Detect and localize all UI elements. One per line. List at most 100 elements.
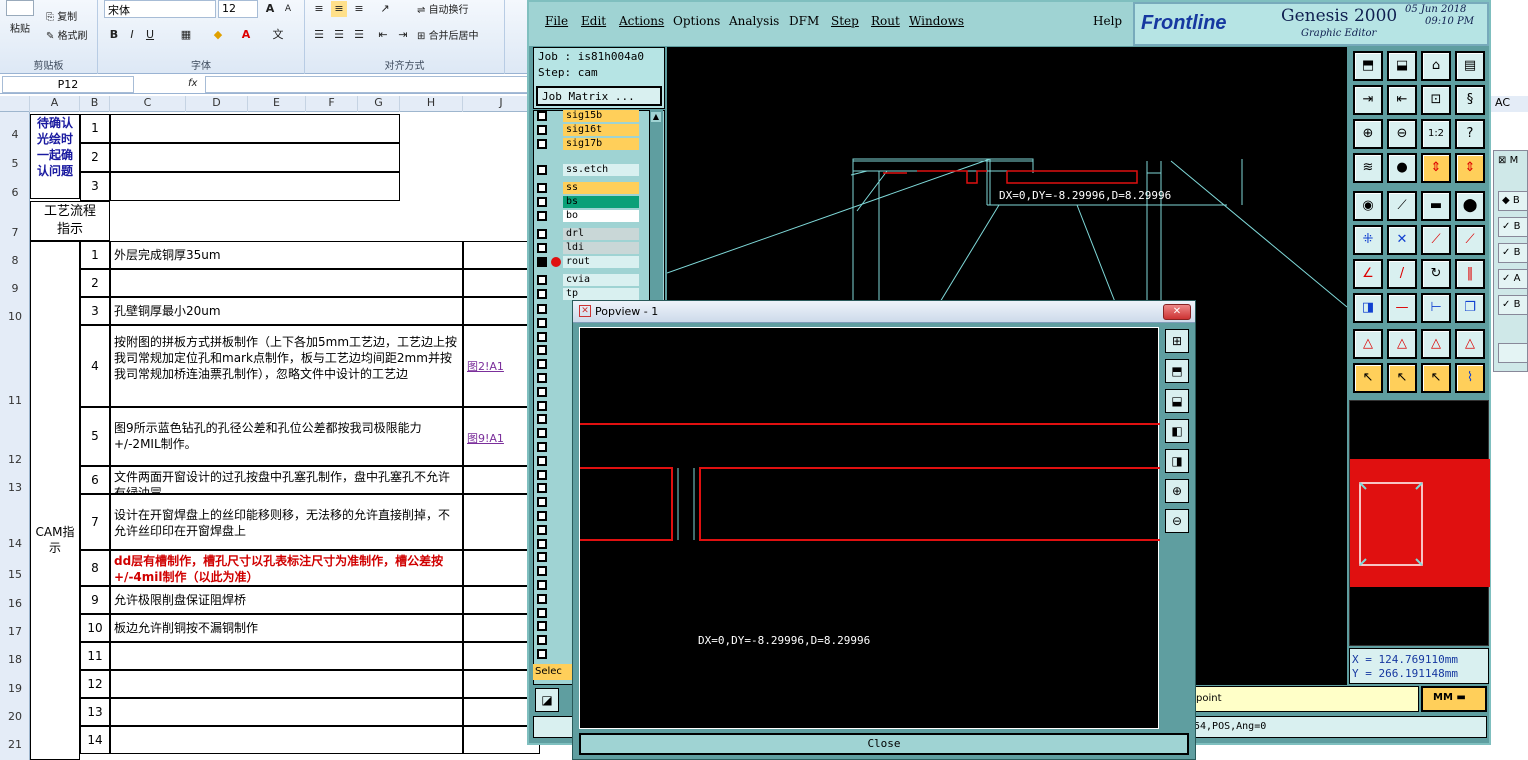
tool-triangle4-icon[interactable]: △	[1455, 329, 1485, 359]
select-all-corner[interactable]	[0, 96, 30, 112]
tool-triangle3-icon[interactable]: △	[1421, 329, 1451, 359]
menu-help[interactable]: Help	[1093, 14, 1122, 28]
col-header-a[interactable]: A	[30, 96, 80, 112]
layer-checkbox[interactable]	[537, 621, 547, 632]
row-header-8[interactable]: 8	[0, 254, 30, 267]
pending-cell[interactable]	[110, 143, 400, 172]
menu-dfm[interactable]: DFM	[789, 14, 819, 28]
increase-indent-icon[interactable]: ⇥	[395, 27, 411, 43]
font-name-select[interactable]: 宋体	[104, 0, 216, 18]
layer-checkbox[interactable]	[537, 139, 547, 149]
menu-edit[interactable]: Edit	[581, 14, 606, 28]
tool-add-line-icon[interactable]: ⟋	[1387, 191, 1417, 221]
tool-filter-icon[interactable]: ≋	[1353, 153, 1383, 183]
popview-canvas[interactable]: DX=0,DY=-8.29996,D=8.29996	[579, 327, 1160, 729]
tool-copy-icon[interactable]: ❐	[1455, 293, 1485, 323]
layer-checkbox[interactable]	[537, 524, 547, 535]
layer-checkbox[interactable]	[537, 511, 547, 521]
popview-close-icon[interactable]: ✕	[1163, 304, 1191, 320]
tool-pointer3-icon[interactable]: ↖	[1421, 363, 1451, 393]
col-header-ac[interactable]: AC	[1491, 96, 1528, 112]
pending-issues-label[interactable]: 待确认光绘时一起确认问题	[30, 114, 80, 199]
item-no[interactable]: 2	[80, 269, 110, 297]
popview-up-icon[interactable]: ⬒	[1165, 359, 1189, 383]
tool-point-icon[interactable]: ⟋	[1455, 225, 1485, 255]
menu-options[interactable]: Options	[673, 14, 720, 28]
layer-row[interactable]: ss	[537, 182, 639, 194]
tool-ruler-icon[interactable]: ▬	[1421, 191, 1451, 221]
underline-button[interactable]: U	[142, 27, 158, 43]
tool-triangle1-icon[interactable]: △	[1353, 329, 1383, 359]
row-header-9[interactable]: 9	[0, 282, 30, 295]
tool-redraw-icon[interactable]: §	[1455, 85, 1485, 115]
merge-center-button[interactable]: ⊞ 合并后居中	[417, 27, 479, 42]
layer-row[interactable]: rout	[537, 256, 639, 268]
layer-checkbox[interactable]	[537, 414, 547, 425]
row-header-19[interactable]: 19	[0, 682, 30, 695]
layer-checkbox[interactable]	[537, 455, 547, 466]
align-center-icon[interactable]: ☰	[331, 27, 347, 43]
tool-open-icon[interactable]: ⬒	[1353, 51, 1383, 81]
item-no[interactable]: 14	[80, 726, 110, 754]
item-no[interactable]: 12	[80, 670, 110, 698]
popview-zoom-in-icon[interactable]: ⊕	[1165, 479, 1189, 503]
row-header-16[interactable]: 16	[0, 597, 30, 610]
tool-pointer-icon[interactable]: ↖	[1353, 363, 1383, 393]
tool-measure-icon[interactable]: ⇕	[1421, 153, 1451, 183]
layer-checkbox[interactable]	[537, 331, 547, 342]
item-no[interactable]: 3	[80, 297, 110, 325]
item-no[interactable]: 7	[80, 494, 110, 550]
row-header-6[interactable]: 6	[0, 186, 30, 199]
pending-cell[interactable]	[110, 114, 400, 143]
scroll-up-icon[interactable]: ▲	[651, 112, 661, 122]
row-header-18[interactable]: 18	[0, 653, 30, 666]
menu-analysis[interactable]: Analysis	[729, 14, 779, 28]
tool-delete-icon[interactable]: ✕	[1387, 225, 1417, 255]
layer-row[interactable]: sig16t	[537, 124, 639, 136]
layer-checkbox[interactable]	[537, 566, 547, 577]
shrink-font-icon[interactable]: A	[280, 1, 296, 17]
item-text[interactable]: 图9所示蓝色钻孔的孔径公差和孔位公差都按我司极限能力+/-2MIL制作。	[110, 407, 463, 466]
tool-snap-icon[interactable]: ⟋	[1421, 225, 1451, 255]
tool-route-icon[interactable]: ⌇	[1455, 363, 1485, 393]
layer-checkbox[interactable]	[537, 359, 547, 370]
paste-icon[interactable]	[6, 0, 34, 16]
decrease-indent-icon[interactable]: ⇤	[375, 27, 391, 43]
layer-checkbox[interactable]	[537, 229, 547, 239]
align-left-icon[interactable]: ☰	[311, 27, 327, 43]
cam-label[interactable]: CAM指示	[30, 241, 80, 760]
item-text[interactable]	[110, 670, 463, 698]
menu-actions[interactable]: Actions	[619, 14, 664, 28]
col-header-h[interactable]: H	[400, 96, 463, 112]
layer-checkbox-column[interactable]	[537, 304, 551, 664]
layer-checkbox[interactable]	[537, 483, 547, 494]
row-header-15[interactable]: 15	[0, 568, 30, 581]
popview-down-icon[interactable]: ⬓	[1165, 389, 1189, 413]
name-box[interactable]: P12	[2, 76, 134, 93]
mini-item[interactable]: ◆ B	[1498, 191, 1528, 211]
menu-step[interactable]: Step	[831, 14, 859, 28]
row-header-12[interactable]: 12	[0, 453, 30, 466]
tool-scale-icon[interactable]: 1:2	[1421, 119, 1451, 149]
layer-row[interactable]: ss.etch	[537, 164, 639, 176]
pending-no-2[interactable]: 2	[80, 143, 110, 172]
paste-button[interactable]: 粘贴	[10, 20, 30, 35]
layer-row[interactable]: sig17b	[537, 138, 639, 150]
layer-checkbox[interactable]	[537, 243, 547, 253]
tool-add-pad-icon[interactable]: ◉	[1353, 191, 1383, 221]
item-no[interactable]: 6	[80, 466, 110, 494]
tool-circle-icon[interactable]: ⬤	[1455, 191, 1485, 221]
tool-zoom-out-icon[interactable]: ⊖	[1387, 119, 1417, 149]
select-mode-icon[interactable]: ◪	[535, 688, 559, 712]
border-icon[interactable]: ▦	[178, 27, 194, 43]
layer-checkbox[interactable]	[537, 197, 547, 207]
item-no[interactable]: 8	[80, 550, 110, 586]
popview-zoom-out-icon[interactable]: ⊖	[1165, 509, 1189, 533]
menu-rout[interactable]: Rout	[871, 14, 900, 28]
mini-item[interactable]: ✓ B	[1498, 243, 1528, 263]
layer-row[interactable]: sig15b	[537, 110, 639, 122]
layer-row[interactable]: bo	[537, 210, 639, 222]
bold-button[interactable]: B	[106, 27, 122, 43]
col-header-f[interactable]: F	[306, 96, 358, 112]
layer-checkbox[interactable]	[537, 257, 547, 267]
